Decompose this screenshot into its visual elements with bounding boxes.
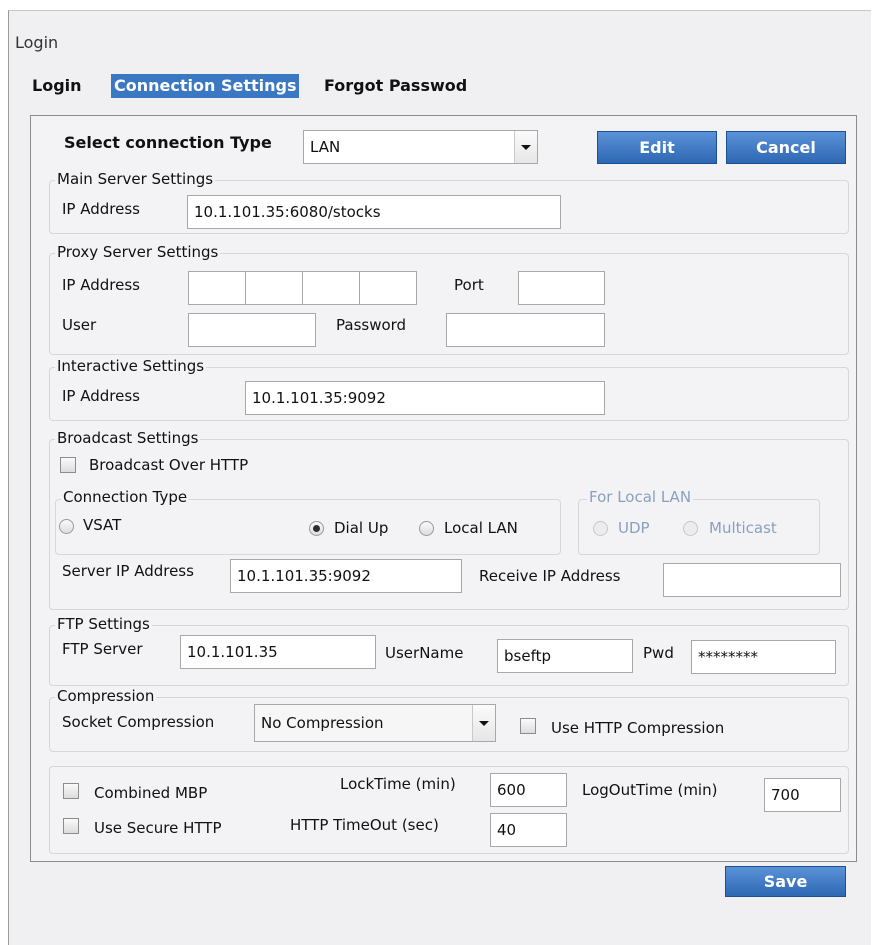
receive-ip-label: Receive IP Address xyxy=(479,567,621,585)
server-ip-label: Server IP Address xyxy=(62,562,194,580)
ftp-server-label: FTP Server xyxy=(62,640,143,658)
proxy-ip-octet-2[interactable] xyxy=(245,271,303,305)
connection-type-value: LAN xyxy=(310,138,341,156)
http-timeout-input[interactable]: 40 xyxy=(490,813,567,847)
broadcast-legend: Broadcast Settings xyxy=(55,429,201,447)
tab-login[interactable]: Login xyxy=(32,74,82,98)
multicast-radio[interactable] xyxy=(683,521,698,536)
proxy-port-label: Port xyxy=(454,276,484,294)
http-timeout-label: HTTP TimeOut (sec) xyxy=(290,816,439,834)
proxy-user-input[interactable] xyxy=(188,313,316,347)
interactive-legend: Interactive Settings xyxy=(55,357,207,375)
cancel-button[interactable]: Cancel xyxy=(726,131,846,164)
socket-compression-value: No Compression xyxy=(261,714,384,732)
use-http-compression-checkbox[interactable] xyxy=(520,718,536,734)
for-local-lan-legend: For Local LAN xyxy=(587,488,694,506)
receive-ip-input[interactable] xyxy=(663,563,841,597)
use-secure-http-label: Use Secure HTTP xyxy=(94,819,222,837)
vsat-label: VSAT xyxy=(83,516,122,534)
dialup-label: Dial Up xyxy=(334,519,389,537)
dialup-radio[interactable] xyxy=(309,521,324,536)
vsat-radio[interactable] xyxy=(59,519,74,534)
connection-type-label: Select connection Type xyxy=(64,133,272,152)
interactive-ip-label: IP Address xyxy=(62,387,140,405)
ftp-server-input[interactable]: 10.1.101.35 xyxy=(180,635,376,669)
compression-legend: Compression xyxy=(55,687,157,705)
proxy-ip-octet-3[interactable] xyxy=(302,271,360,305)
proxy-ip-octet-4[interactable] xyxy=(359,271,417,305)
connection-type-select[interactable]: LAN xyxy=(303,130,538,164)
ftp-pwd-input[interactable]: ******** xyxy=(691,640,836,674)
for-local-lan-group xyxy=(578,499,820,555)
local-lan-radio[interactable] xyxy=(419,521,434,536)
proxy-ip-label: IP Address xyxy=(62,276,140,294)
udp-label: UDP xyxy=(618,519,650,537)
interactive-ip-input[interactable]: 10.1.101.35:9092 xyxy=(245,381,605,415)
locktime-label: LockTime (min) xyxy=(340,775,456,793)
proxy-port-input[interactable] xyxy=(518,271,605,305)
ftp-legend: FTP Settings xyxy=(55,615,152,633)
chevron-down-icon[interactable] xyxy=(472,705,495,741)
use-http-compression-label: Use HTTP Compression xyxy=(551,719,725,737)
window-title: Login xyxy=(15,33,59,52)
ftp-pwd-label: Pwd xyxy=(643,644,674,662)
proxy-password-label: Password xyxy=(336,316,407,334)
server-ip-input[interactable]: 10.1.101.35:9092 xyxy=(230,559,462,593)
use-secure-http-checkbox[interactable] xyxy=(63,818,79,834)
main-server-ip-input[interactable]: 10.1.101.35:6080/stocks xyxy=(187,195,561,229)
ftp-username-input[interactable]: bseftp xyxy=(497,639,633,673)
main-server-legend: Main Server Settings xyxy=(55,170,216,188)
combined-mbp-label: Combined MBP xyxy=(94,784,208,802)
chevron-down-icon[interactable] xyxy=(514,131,537,163)
proxy-password-input[interactable] xyxy=(446,313,605,347)
proxy-ip-octet-1[interactable] xyxy=(188,271,246,305)
broadcast-over-http-label: Broadcast Over HTTP xyxy=(89,456,249,474)
save-button[interactable]: Save xyxy=(725,866,846,897)
main-server-ip-label: IP Address xyxy=(62,200,140,218)
locktime-input[interactable]: 600 xyxy=(490,773,567,807)
connection-type-legend: Connection Type xyxy=(61,488,190,506)
tab-connection-settings[interactable]: Connection Settings xyxy=(111,74,300,98)
logout-time-input[interactable]: 700 xyxy=(764,778,841,812)
tab-forgot-password[interactable]: Forgot Passwod xyxy=(324,74,467,98)
udp-radio[interactable] xyxy=(593,521,608,536)
ftp-username-label: UserName xyxy=(385,644,464,662)
broadcast-over-http-checkbox[interactable] xyxy=(60,457,76,473)
proxy-server-legend: Proxy Server Settings xyxy=(55,243,221,261)
proxy-user-label: User xyxy=(62,316,97,334)
connection-settings-panel: Select connection Type LAN Edit Cancel M… xyxy=(30,115,857,862)
socket-compression-label: Socket Compression xyxy=(62,713,215,731)
edit-button[interactable]: Edit xyxy=(597,131,717,164)
socket-compression-select[interactable]: No Compression xyxy=(254,704,496,742)
combined-mbp-checkbox[interactable] xyxy=(63,783,79,799)
local-lan-label: Local LAN xyxy=(444,519,518,537)
logout-time-label: LogOutTime (min) xyxy=(582,781,718,799)
multicast-label: Multicast xyxy=(709,519,777,537)
